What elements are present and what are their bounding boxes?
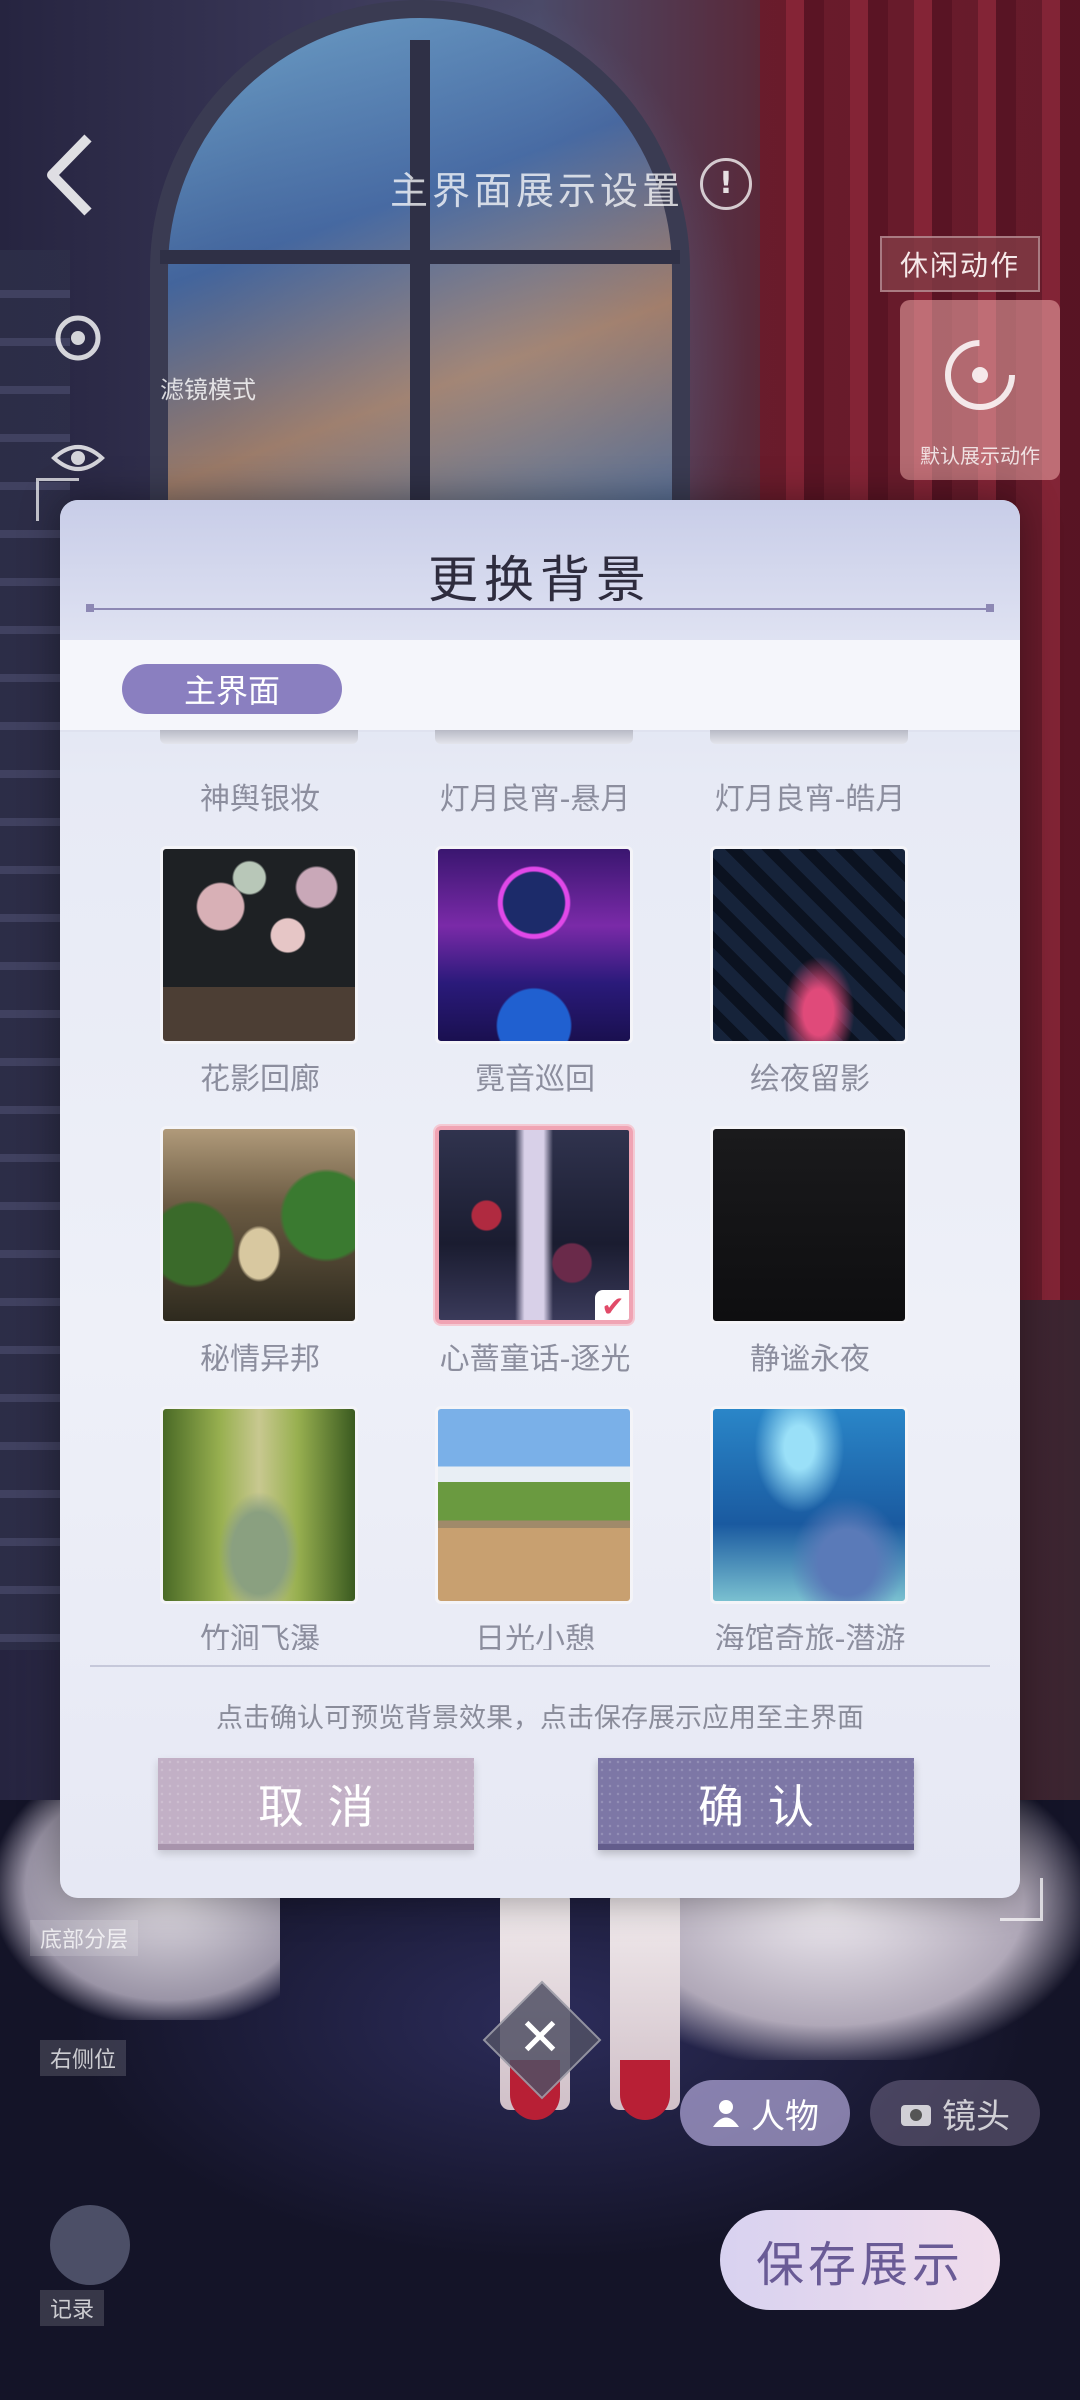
title-divider-dot	[86, 604, 94, 612]
confirm-button[interactable]: 确认	[598, 1758, 914, 1850]
save-show-button[interactable]: 保存展示	[720, 2210, 1000, 2310]
background-label: 灯月良宵-皓月	[714, 782, 906, 817]
tab-main-screen[interactable]: 主界面	[122, 664, 342, 714]
character-label: 人物	[751, 2096, 819, 2137]
camera-label: 镜头	[942, 2096, 1010, 2137]
refresh-icon	[945, 340, 1015, 410]
background-label: 秘情异邦	[200, 1342, 320, 1377]
background-label: 日光小憩	[475, 1622, 595, 1650]
background-thumbnail[interactable]	[710, 846, 908, 1044]
camera-icon	[901, 2105, 931, 2126]
filter-icon[interactable]	[50, 310, 106, 366]
background-thumbnail[interactable]	[710, 1126, 908, 1324]
hint-text: 点击确认可预览背景效果，点击保存展示应用至主界面	[216, 1703, 864, 1734]
background-label: 静谧永夜	[750, 1342, 870, 1377]
background-thumbnail[interactable]	[435, 846, 633, 1044]
info-icon[interactable]: !	[700, 158, 752, 210]
window-mullion	[160, 250, 680, 264]
background-label: 花影回廊	[200, 1062, 320, 1097]
background-thumbnail[interactable]	[160, 730, 358, 744]
idle-action-card[interactable]: 默认展示动作	[900, 300, 1060, 480]
background-label: 灯月良宵-悬月	[439, 782, 631, 817]
background-grid: 神舆银妆 灯月良宵-悬月 灯月良宵-皓月 花影回廊 霓音巡回 绘夜留影 ✔ 秘情…	[60, 730, 1020, 1650]
background-label: 海馆奇旅-潜游	[714, 1622, 906, 1650]
footer-divider	[90, 1665, 990, 1667]
idle-action-label[interactable]: 休闲动作	[880, 236, 1041, 292]
background-thumbnail[interactable]	[435, 1406, 633, 1604]
camera-button[interactable]: 镜头	[870, 2080, 1040, 2146]
frame-corner	[1000, 1878, 1043, 1921]
title-divider	[90, 608, 990, 610]
close-icon[interactable]: ✕	[500, 1998, 580, 2078]
frame-corner	[36, 478, 79, 521]
dialog-title: 更换背景	[428, 551, 652, 609]
record-label: 记录	[40, 2290, 105, 2326]
character-button[interactable]: 人物	[680, 2080, 850, 2146]
background-thumbnail[interactable]	[710, 730, 908, 744]
background-label: 神舆银妆	[200, 782, 320, 817]
cancel-button[interactable]: 取消	[158, 1758, 474, 1850]
background-label: 霓音巡回	[475, 1062, 595, 1097]
filter-mode-label: 滤镜模式	[160, 376, 256, 404]
back-arrow-icon[interactable]	[40, 130, 100, 220]
background-thumbnail[interactable]	[160, 1126, 358, 1324]
record-button[interactable]	[50, 2205, 130, 2285]
selected-check-icon: ✔	[595, 1290, 629, 1320]
background-thumbnail[interactable]	[710, 1406, 908, 1604]
background-thumbnail[interactable]	[435, 730, 633, 744]
character-boot	[610, 1880, 680, 2120]
layer-label: 底部分层	[30, 1920, 139, 1956]
window-mullion	[410, 40, 430, 520]
background-thumbnail[interactable]	[160, 846, 358, 1044]
background-label: 绘夜留影	[750, 1062, 870, 1097]
background-thumbnail-selected[interactable]: ✔	[435, 1126, 633, 1324]
background-label: 心蔷童话-逐光	[439, 1342, 631, 1377]
title-divider-dot	[986, 604, 994, 612]
position-label: 右侧位	[40, 2040, 127, 2076]
person-icon	[713, 2100, 739, 2127]
settings-title: 主界面展示设置	[390, 169, 685, 213]
background-label: 竹涧飞瀑	[200, 1622, 320, 1650]
change-background-dialog: 更换背景 主界面 神舆银妆 灯月良宵-悬月 灯月良宵-皓月 花影回廊 霓音巡回 …	[60, 500, 1020, 1898]
idle-card-label: 默认展示动作	[920, 444, 1040, 468]
background-thumbnail[interactable]	[160, 1406, 358, 1604]
